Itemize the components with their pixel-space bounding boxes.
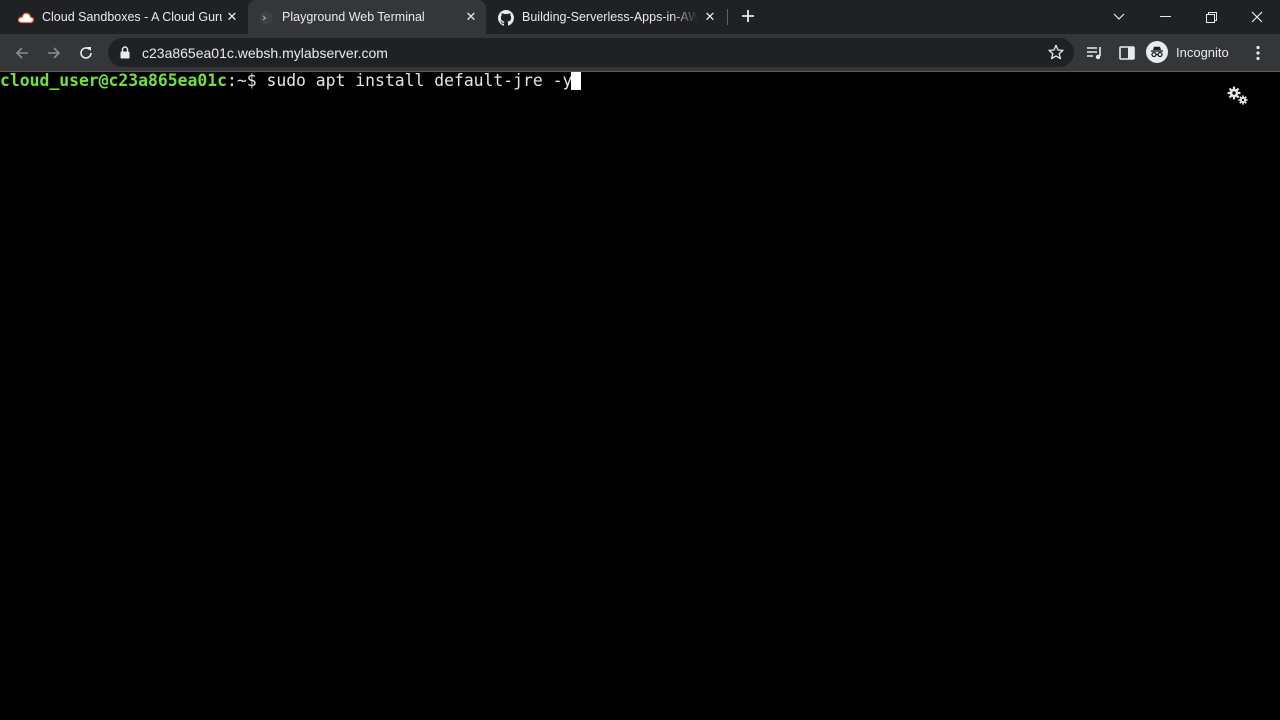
tab-label: Building-Serverless-Apps-in-AWS bbox=[522, 10, 698, 24]
tab-label: Cloud Sandboxes - A Cloud Guru bbox=[42, 10, 222, 24]
minimize-button[interactable] bbox=[1142, 0, 1188, 34]
terminal-line: cloud_user@c23a865ea01c:~$ sudo apt inst… bbox=[0, 71, 582, 90]
kebab-menu-icon bbox=[1256, 45, 1260, 61]
github-icon bbox=[498, 10, 514, 26]
terminal-favicon bbox=[258, 10, 274, 26]
lock-icon[interactable] bbox=[120, 46, 130, 64]
tab-search-button[interactable] bbox=[1096, 0, 1142, 34]
tab-label: Playground Web Terminal bbox=[282, 10, 425, 24]
tab-strip: Cloud Sandboxes - A Cloud Guru ✕ Playgro… bbox=[0, 0, 1280, 34]
tab-cloud-sandboxes[interactable]: Cloud Sandboxes - A Cloud Guru ✕ bbox=[8, 0, 246, 34]
new-tab-button[interactable] bbox=[738, 7, 758, 27]
bookmark-star-icon[interactable] bbox=[1048, 44, 1064, 65]
restore-button[interactable] bbox=[1188, 0, 1234, 34]
incognito-profile-button[interactable]: Incognito bbox=[1146, 39, 1229, 65]
terminal-area[interactable]: cloud_user@c23a865ea01c:~$ sudo apt inst… bbox=[0, 72, 1280, 720]
close-icon[interactable]: ✕ bbox=[224, 9, 240, 25]
close-icon[interactable]: ✕ bbox=[463, 9, 479, 25]
settings-gear-icon[interactable] bbox=[1226, 85, 1250, 107]
back-button[interactable] bbox=[9, 40, 35, 66]
cloud-icon bbox=[18, 10, 34, 26]
url-text: c23a865ea01c.websh.mylabserver.com bbox=[142, 45, 388, 61]
tab-playground-web-terminal[interactable]: Playground Web Terminal ✕ bbox=[248, 0, 486, 34]
reload-button[interactable] bbox=[73, 40, 99, 66]
browser-toolbar: c23a865ea01c.websh.mylabserver.com Incog… bbox=[0, 34, 1280, 71]
side-panel-icon bbox=[1119, 46, 1135, 60]
side-panel-button[interactable] bbox=[1114, 40, 1140, 66]
command-text: sudo apt install default-jre -y bbox=[266, 71, 573, 90]
tab-building-serverless-apps[interactable]: Building-Serverless-Apps-in-AWS ✕ bbox=[488, 0, 724, 34]
prompt-user: cloud_user@c23a865ea01c bbox=[0, 71, 227, 90]
close-icon bbox=[1251, 11, 1263, 23]
prompt-suffix: :~$ bbox=[226, 71, 267, 90]
arrow-right-icon bbox=[48, 47, 61, 59]
restore-icon bbox=[1205, 11, 1217, 23]
media-queue-icon bbox=[1087, 47, 1101, 60]
media-control-button[interactable] bbox=[1082, 40, 1108, 66]
terminal-cursor bbox=[571, 72, 582, 90]
reload-icon bbox=[80, 47, 92, 59]
close-icon[interactable]: ✕ bbox=[702, 9, 718, 25]
minimize-icon bbox=[1159, 16, 1171, 17]
chevron-down-icon bbox=[1113, 13, 1125, 20]
incognito-label: Incognito bbox=[1176, 44, 1229, 60]
arrow-left-icon bbox=[15, 47, 28, 59]
close-window-button[interactable] bbox=[1234, 0, 1280, 34]
incognito-icon bbox=[1146, 41, 1168, 63]
tab-divider bbox=[727, 9, 728, 25]
forward-button[interactable] bbox=[41, 40, 67, 66]
browser-menu-button[interactable] bbox=[1245, 40, 1271, 66]
address-bar[interactable]: c23a865ea01c.websh.mylabserver.com bbox=[108, 38, 1074, 67]
